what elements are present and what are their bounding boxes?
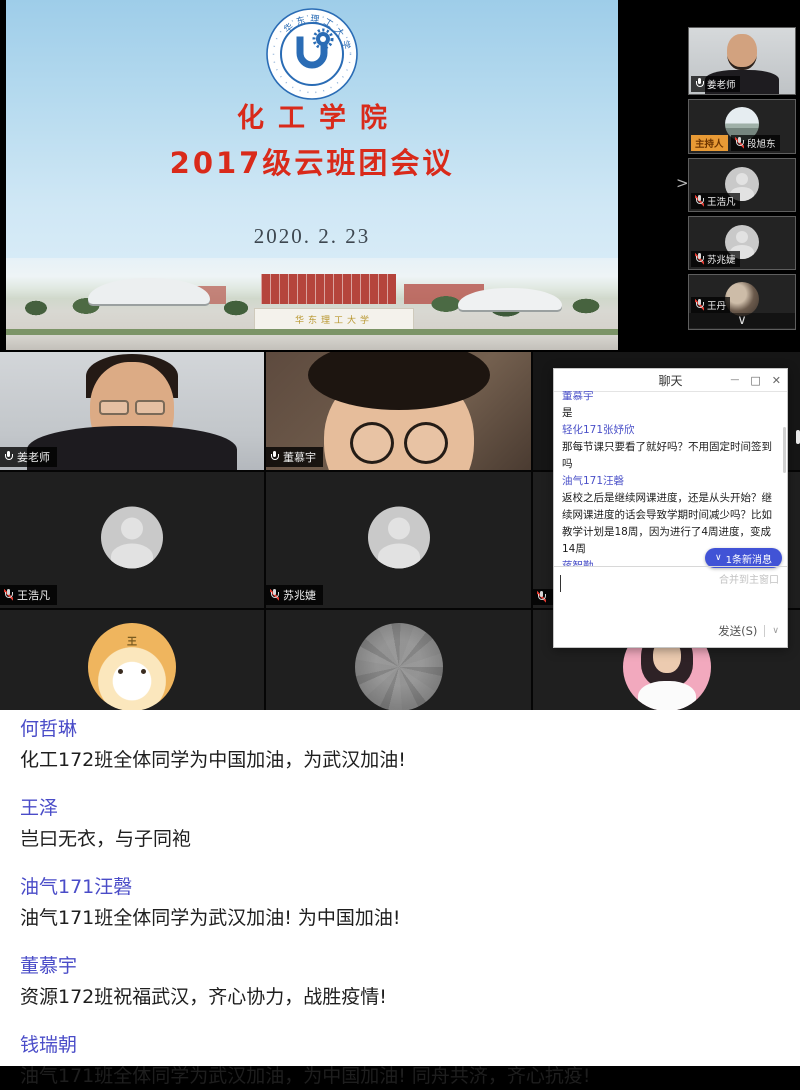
participant-thumb[interactable]: 苏兆婕 [688, 216, 796, 270]
participant-thumb[interactable]: 王浩凡 [688, 158, 796, 212]
merge-to-main-link[interactable]: 合并到主窗口 [719, 571, 779, 586]
text-cursor [560, 575, 561, 592]
participant-thumb[interactable]: 主持人 段旭东 [688, 99, 796, 154]
chat-input[interactable]: 合并到主窗口 发送(S) ∨ [554, 566, 787, 647]
chat-sender: 油气171汪磬 [20, 874, 784, 900]
university-logo-icon: 华东理工大学 [266, 8, 358, 104]
chat-message: 油气171班全体同学为武汉加油! 为中国加油! [20, 905, 784, 932]
tile-name-label [533, 589, 553, 605]
tile-name-label: 苏兆婕 [266, 585, 323, 605]
video-tile[interactable]: 王 [0, 610, 264, 710]
close-button[interactable]: ✕ [772, 375, 781, 386]
chat-sender: 董慕宇 [20, 953, 784, 979]
video-tile[interactable] [266, 610, 531, 710]
participants-panel: 姜老师 主持人 段旭东 王浩凡 苏兆婕 王丹 ∨ [688, 0, 798, 352]
chat-sender: 王泽 [20, 795, 784, 821]
video-tile-jiang[interactable]: 姜老师 [0, 352, 264, 470]
participant-name-label: 段旭东 [731, 135, 780, 151]
mic-icon [270, 451, 279, 463]
mic-muted-icon [270, 589, 279, 601]
slide-title-line2: 2017级云班团会议 [6, 140, 618, 182]
mic-icon [4, 451, 13, 463]
mic-muted-icon [537, 591, 546, 603]
tile-name-label: 姜老师 [0, 447, 57, 467]
glasses [344, 422, 454, 458]
divider [764, 625, 765, 637]
slide-date: 2020. 2. 23 [6, 224, 618, 249]
meeting-app: { "slide": { "title_line1": "化工学院", "tit… [0, 0, 800, 1066]
tile-name-label: 王浩凡 [0, 585, 57, 605]
mic-muted-icon [695, 299, 704, 311]
chat-message: 那每节课只要看了就好吗？不用固定时间签到吗 [562, 439, 779, 473]
chat-message: 油气171班全体同学为武汉加油，为中国加油! 同舟共济，齐心抗疫! [20, 1063, 784, 1090]
participant-name-label: 王丹 [691, 297, 730, 313]
chat-sender: 董慕宇 [562, 391, 779, 405]
participant-name-label: 王浩凡 [691, 193, 740, 209]
chat-messages-area[interactable]: 董慕宇 是 轻化171张妤欣 那每节课只要看了就好吗？不用固定时间签到吗 油气1… [554, 391, 787, 566]
campus-gate-wall: 华东理工大学 [254, 308, 414, 331]
minimize-button[interactable]: — [730, 376, 739, 385]
maximize-button[interactable]: □ [750, 375, 760, 386]
chat-window: 聊天 — □ ✕ 董慕宇 是 轻化171张妤欣 那每节课只要看了就好吗？不用固定… [553, 368, 788, 648]
mic-muted-icon [695, 195, 704, 207]
send-button[interactable]: 发送(S) [718, 623, 757, 639]
chat-window-title: 聊天 [658, 372, 682, 389]
chevron-down-icon: ∨ [715, 554, 722, 563]
chat-message: 是 [562, 405, 779, 422]
slide-title-line1: 化工学院 [6, 96, 618, 135]
more-participants-chevron[interactable]: ∨ [689, 313, 795, 328]
mic-icon [695, 78, 704, 90]
tiger-avatar: 王 [88, 623, 176, 710]
participant-thumb[interactable]: 王丹 ∨ [688, 274, 796, 330]
mic-muted-icon [695, 253, 704, 265]
campus-plaza [6, 335, 618, 350]
new-message-button[interactable]: ∨ 1条新消息 [705, 548, 782, 568]
mic-muted-icon [735, 137, 744, 149]
participant-name-label: 苏兆婕 [691, 251, 740, 267]
face [727, 34, 757, 70]
placeholder-avatar [101, 507, 163, 569]
chat-sender: 钱瑞朝 [20, 1032, 784, 1058]
send-options-chevron[interactable]: ∨ [772, 626, 779, 636]
glasses [99, 400, 165, 415]
tile-name-label: 董慕宇 [266, 447, 323, 467]
campus-gate-canopy [88, 278, 210, 304]
participant-name-label: 姜老师 [691, 76, 740, 92]
mic-muted-icon [4, 589, 13, 601]
video-tile-dong[interactable]: 董慕宇 [266, 352, 531, 470]
meeting-chat-log: 何哲琳 化工172班全体同学为中国加油，为武汉加油! 王泽 岂曰无衣，与子同袍 … [0, 710, 800, 1066]
placeholder-avatar [368, 507, 430, 569]
collapse-panel-arrow[interactable]: > [676, 174, 689, 192]
host-badge: 主持人 [691, 135, 728, 151]
campus-gate-text: 华东理工大学 [295, 313, 373, 326]
chat-message: 资源172班祝福武汉，齐心协力，战胜疫情! [20, 984, 784, 1011]
campus-photo: 华东理工大学 [6, 258, 618, 350]
sketch-avatar [355, 623, 443, 710]
video-tile-suzhaojie[interactable]: 苏兆婕 [266, 472, 531, 608]
chat-sender: 轻化171张妤欣 [562, 422, 779, 439]
presentation-slide: 华东理工大学 化工学院 2017级云班团会议 2020. 2. 23 华东理工大… [6, 0, 618, 350]
video-tile-wanghaofan[interactable]: 王浩凡 [0, 472, 264, 608]
chat-message: 化工172班全体同学为中国加油，为武汉加油! [20, 747, 784, 774]
scrollbar-thumb[interactable] [796, 430, 800, 444]
avatar [725, 282, 759, 316]
chat-message: 岂曰无衣，与子同袍 [20, 826, 784, 853]
chat-scrollbar[interactable] [783, 427, 786, 473]
participant-thumb[interactable]: 姜老师 [688, 27, 796, 95]
chat-sender: 何哲琳 [20, 716, 784, 742]
chat-sender: 油气171汪磬 [562, 473, 779, 490]
